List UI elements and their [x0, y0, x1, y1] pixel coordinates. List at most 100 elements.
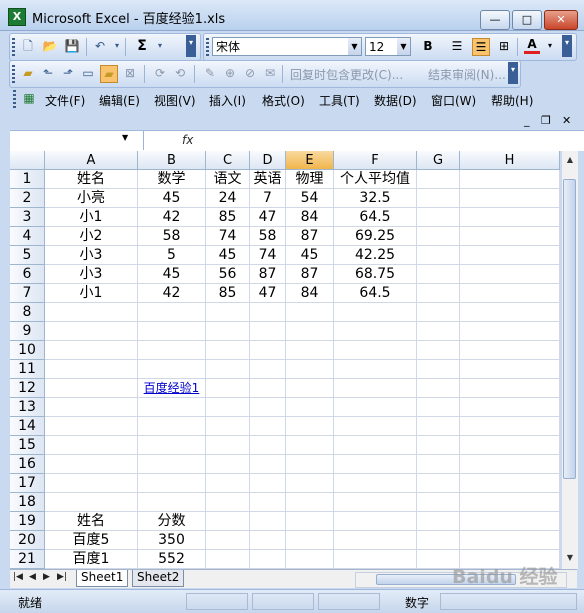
cell-f10[interactable] — [334, 341, 417, 360]
cell-f9[interactable] — [334, 322, 417, 341]
cell-a21[interactable]: 百度1 — [45, 550, 138, 569]
save-icon[interactable]: 💾 — [64, 38, 80, 54]
cell-a4[interactable]: 小2 — [45, 227, 138, 246]
cell-c11[interactable] — [206, 360, 250, 379]
cell-h1[interactable] — [460, 170, 560, 189]
cell-e4[interactable]: 87 — [286, 227, 334, 246]
cell-e1[interactable]: 物理 — [286, 170, 334, 189]
vertical-scroll-thumb[interactable] — [563, 179, 576, 479]
row-header-15[interactable]: 15 — [10, 436, 45, 455]
cell-g2[interactable] — [417, 189, 460, 208]
cell-b13[interactable] — [138, 398, 206, 417]
track-changes-icon[interactable]: ⟳ — [152, 65, 168, 81]
cell-f20[interactable] — [334, 531, 417, 550]
cell-e21[interactable] — [286, 550, 334, 569]
cell-c16[interactable] — [206, 455, 250, 474]
cell-d18[interactable] — [250, 493, 286, 512]
cell-h4[interactable] — [460, 227, 560, 246]
prev-sheet-icon[interactable]: ◀ — [29, 572, 36, 582]
cell-e14[interactable] — [286, 417, 334, 436]
menu-edit[interactable]: 编辑(E) — [99, 92, 140, 109]
cell-h16[interactable] — [460, 455, 560, 474]
cell-d1[interactable]: 英语 — [250, 170, 286, 189]
cell-h11[interactable] — [460, 360, 560, 379]
cell-g11[interactable] — [417, 360, 460, 379]
cell-g4[interactable] — [417, 227, 460, 246]
cell-e8[interactable] — [286, 303, 334, 322]
cell-h17[interactable] — [460, 474, 560, 493]
menu-grip[interactable] — [13, 90, 16, 108]
column-header-g[interactable]: G — [417, 151, 460, 170]
folder-icon[interactable]: ▰ — [20, 65, 36, 81]
autosum-icon[interactable]: Σ — [134, 38, 150, 54]
undo-dropdown-icon[interactable]: ▾ — [109, 38, 125, 54]
cell-f6[interactable]: 68.75 — [334, 265, 417, 284]
cell-c13[interactable] — [206, 398, 250, 417]
menu-window[interactable]: 窗口(W) — [431, 92, 476, 109]
cell-h10[interactable] — [460, 341, 560, 360]
cell-a20[interactable]: 百度5 — [45, 531, 138, 550]
cell-h15[interactable] — [460, 436, 560, 455]
undo-icon[interactable]: ↶ — [92, 38, 108, 54]
cell-h3[interactable] — [460, 208, 560, 227]
cell-e12[interactable] — [286, 379, 334, 398]
cell-d4[interactable]: 58 — [250, 227, 286, 246]
cell-f13[interactable] — [334, 398, 417, 417]
cell-g15[interactable] — [417, 436, 460, 455]
cell-h5[interactable] — [460, 246, 560, 265]
cell-h8[interactable] — [460, 303, 560, 322]
cell-g6[interactable] — [417, 265, 460, 284]
cell-c6[interactable]: 56 — [206, 265, 250, 284]
comment-icon[interactable]: ▭ — [80, 65, 96, 81]
review-icon[interactable]: ⊕ — [222, 65, 238, 81]
name-box[interactable]: ▼ — [10, 131, 144, 150]
cell-d14[interactable] — [250, 417, 286, 436]
cell-a12[interactable] — [45, 379, 138, 398]
cell-c9[interactable] — [206, 322, 250, 341]
cell-a5[interactable]: 小3 — [45, 246, 138, 265]
scroll-down-icon[interactable]: ▼ — [563, 551, 577, 565]
cell-d6[interactable]: 87 — [250, 265, 286, 284]
cell-h14[interactable] — [460, 417, 560, 436]
row-header-2[interactable]: 2 — [10, 189, 45, 208]
row-header-9[interactable]: 9 — [10, 322, 45, 341]
cell-f3[interactable]: 64.5 — [334, 208, 417, 227]
font-color-button[interactable]: A — [524, 38, 540, 54]
cell-b18[interactable] — [138, 493, 206, 512]
cell-d3[interactable]: 47 — [250, 208, 286, 227]
row-header-19[interactable]: 19 — [10, 512, 45, 531]
cell-h13[interactable] — [460, 398, 560, 417]
close-button[interactable]: ✕ — [544, 10, 578, 30]
cell-g17[interactable] — [417, 474, 460, 493]
cell-b2[interactable]: 45 — [138, 189, 206, 208]
cell-c21[interactable] — [206, 550, 250, 569]
cell-e3[interactable]: 84 — [286, 208, 334, 227]
align-left-icon[interactable]: ☰ — [449, 38, 465, 54]
accept-changes-icon[interactable]: ⟲ — [172, 65, 188, 81]
cell-f4[interactable]: 69.25 — [334, 227, 417, 246]
cell-h2[interactable] — [460, 189, 560, 208]
cell-b3[interactable]: 42 — [138, 208, 206, 227]
bold-button[interactable]: B — [420, 38, 436, 54]
cell-e10[interactable] — [286, 341, 334, 360]
cell-b9[interactable] — [138, 322, 206, 341]
cell-d21[interactable] — [250, 550, 286, 569]
cell-b15[interactable] — [138, 436, 206, 455]
mail-icon[interactable]: ✉ — [262, 65, 278, 81]
cell-g9[interactable] — [417, 322, 460, 341]
cell-g3[interactable] — [417, 208, 460, 227]
cell-f8[interactable] — [334, 303, 417, 322]
cell-b16[interactable] — [138, 455, 206, 474]
scroll-up-icon[interactable]: ▲ — [563, 153, 577, 167]
cell-e5[interactable]: 45 — [286, 246, 334, 265]
cell-c1[interactable]: 语文 — [206, 170, 250, 189]
cell-h18[interactable] — [460, 493, 560, 512]
column-header-e[interactable]: E — [286, 151, 334, 170]
cell-b4[interactable]: 58 — [138, 227, 206, 246]
cell-a11[interactable] — [45, 360, 138, 379]
cell-e9[interactable] — [286, 322, 334, 341]
row-header-6[interactable]: 6 — [10, 265, 45, 284]
cell-a2[interactable]: 小亮 — [45, 189, 138, 208]
toolbar-options-icon[interactable]: ▾ — [508, 62, 518, 84]
cell-g16[interactable] — [417, 455, 460, 474]
